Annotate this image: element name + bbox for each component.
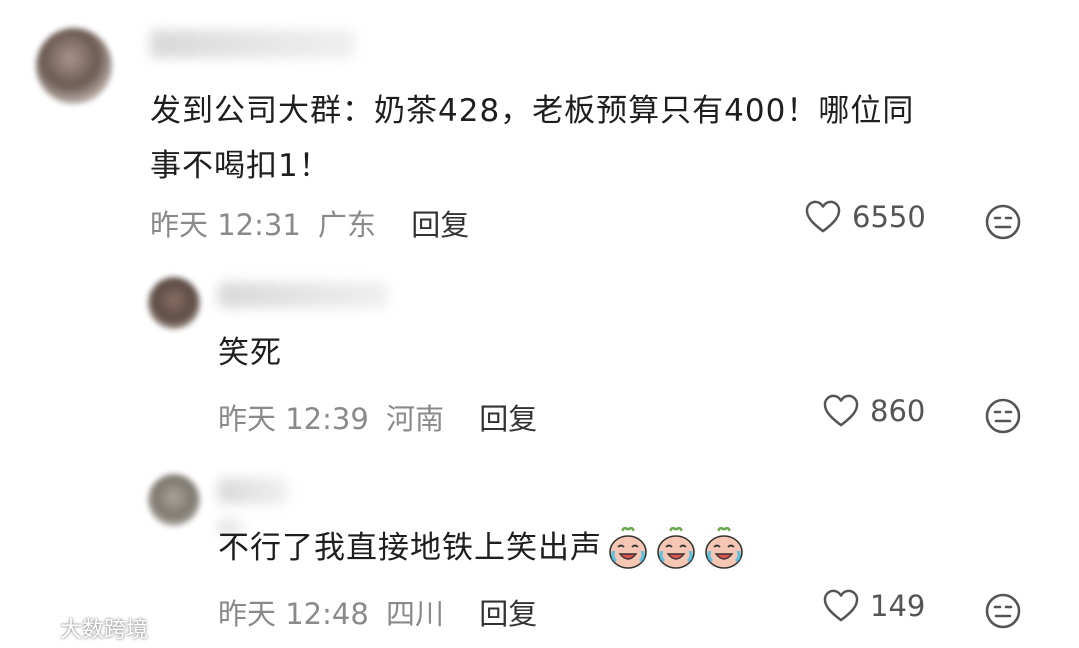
emote-button[interactable]	[984, 592, 1022, 634]
avatar[interactable]	[148, 474, 200, 526]
laugh-cry-face-emoji	[609, 526, 647, 569]
emote-button[interactable]	[984, 397, 1022, 439]
emote-button[interactable]	[984, 203, 1022, 245]
timestamp: 昨天 12:39	[218, 402, 369, 436]
comment-meta: 昨天 12:48 四川 回复	[218, 591, 537, 633]
reply-button[interactable]: 回复	[411, 202, 469, 244]
like-button[interactable]: 6550	[804, 200, 926, 234]
avatar[interactable]	[36, 28, 112, 104]
neutral-face-icon	[985, 593, 1021, 629]
neutral-face-icon	[985, 204, 1021, 240]
comment-text: 发到公司大群：奶茶428，老板预算只有400！哪位同 事不喝扣1！	[150, 84, 1030, 194]
comment-text-line: 事不喝扣1！	[150, 148, 331, 184]
username-blurred[interactable]	[218, 478, 288, 504]
comment-meta: 昨天 12:31 广东 回复	[150, 202, 469, 244]
watermark-text: 大数跨境	[60, 618, 149, 643]
timestamp: 昨天 12:31	[150, 208, 301, 242]
comment-text: 笑死	[218, 335, 282, 371]
location: 四川	[386, 597, 445, 631]
location: 河南	[386, 402, 445, 436]
like-count: 149	[870, 589, 926, 623]
comment-text-line: 发到公司大群：奶茶428，老板预算只有400！哪位同	[150, 93, 915, 129]
heart-outline-icon	[805, 200, 841, 233]
laugh-cry-face-emoji	[705, 526, 743, 569]
neutral-face-icon	[985, 398, 1021, 434]
like-button[interactable]: 149	[822, 589, 925, 623]
heart-outline-icon	[823, 394, 859, 427]
like-count: 6550	[852, 200, 926, 234]
reply-button[interactable]: 回复	[479, 396, 537, 438]
reply-button[interactable]: 回复	[479, 591, 537, 633]
like-button[interactable]: 860	[822, 394, 925, 428]
username-blurred[interactable]	[218, 282, 388, 308]
timestamp: 昨天 12:48	[218, 597, 369, 631]
watermark-logo-icon	[14, 619, 54, 636]
avatar[interactable]	[148, 277, 200, 329]
comment-text-line: 不行了我直接地铁上笑出声	[218, 530, 602, 566]
like-count: 860	[870, 394, 926, 428]
comment-text: 不行了我直接地铁上笑出声	[218, 521, 746, 576]
location: 广东	[318, 208, 377, 242]
watermark: 大数跨境	[12, 612, 148, 644]
username-blurred[interactable]	[150, 30, 355, 58]
laugh-cry-face-emoji	[657, 526, 695, 569]
heart-outline-icon	[823, 589, 859, 622]
comment-meta: 昨天 12:39 河南 回复	[218, 396, 537, 438]
